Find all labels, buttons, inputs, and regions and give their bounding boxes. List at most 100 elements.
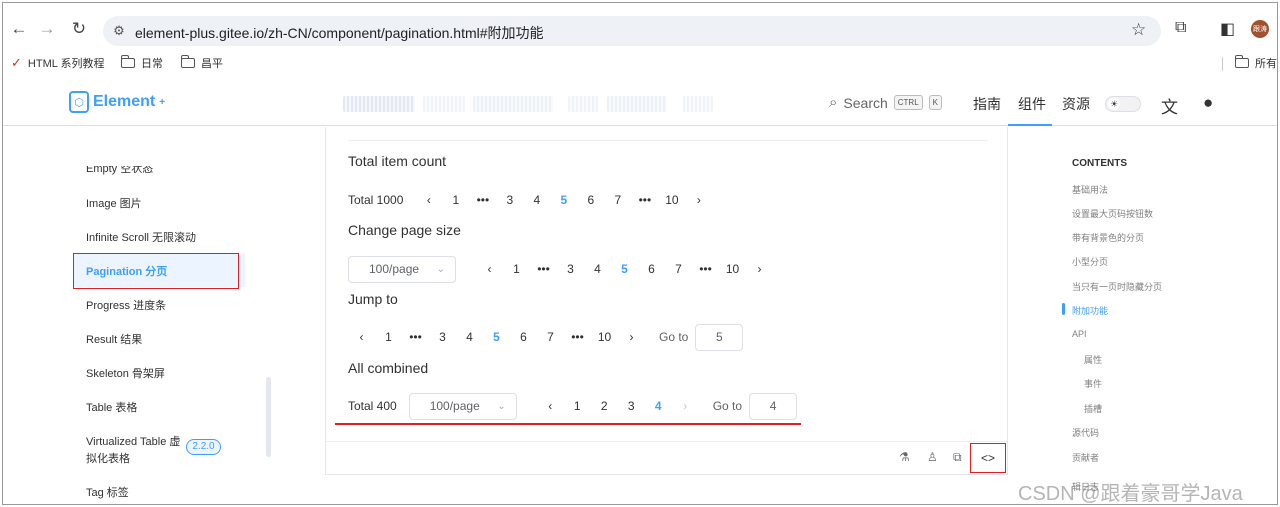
bookmark-star-icon[interactable]: ☆ bbox=[1131, 20, 1146, 40]
page-size-value: 100/page bbox=[369, 262, 420, 276]
prev-page-button[interactable]: ‹ bbox=[348, 323, 375, 351]
page-button[interactable]: 1 bbox=[503, 255, 530, 283]
extensions-icon[interactable]: ⧉ bbox=[1175, 19, 1186, 37]
goto-input[interactable] bbox=[695, 323, 744, 351]
search-box[interactable]: ⌕ Search CTRL K bbox=[829, 94, 942, 111]
page-button[interactable]: 6 bbox=[510, 323, 537, 351]
page-button[interactable]: 4 bbox=[456, 323, 483, 351]
page-button[interactable]: 3 bbox=[496, 186, 523, 214]
page-button-active[interactable]: 5 bbox=[611, 255, 638, 283]
prev-page-button[interactable]: ‹ bbox=[537, 392, 564, 420]
url-text[interactable]: element-plus.gitee.io/zh-CN/component/pa… bbox=[135, 23, 544, 43]
page-button[interactable]: 1 bbox=[564, 392, 591, 420]
page-button[interactable]: 3 bbox=[429, 323, 456, 351]
page-button-active[interactable]: 5 bbox=[550, 186, 577, 214]
toc-item[interactable]: 当只有一页时隐藏分页 bbox=[1072, 280, 1162, 293]
page-button-active[interactable]: 4 bbox=[645, 392, 672, 420]
toc-item[interactable]: 贡献者 bbox=[1072, 451, 1099, 464]
sidebar-item-empty[interactable]: Empty 空状态 bbox=[86, 166, 153, 176]
page-button[interactable]: 1 bbox=[442, 186, 469, 214]
toc-item[interactable]: 小型分页 bbox=[1072, 255, 1108, 268]
prev-page-button[interactable]: ‹ bbox=[415, 186, 442, 214]
theme-toggle[interactable]: ☀ bbox=[1105, 96, 1141, 112]
next-page-button[interactable]: › bbox=[746, 255, 773, 283]
toc-subitem[interactable]: 插槽 bbox=[1084, 402, 1102, 415]
kbd-ctrl: CTRL bbox=[893, 95, 923, 110]
back-icon[interactable]: ← bbox=[7, 17, 31, 41]
more-pages-button[interactable]: ••• bbox=[692, 255, 719, 283]
sidebar-item-skeleton[interactable]: Skeleton 骨架屏 bbox=[86, 365, 165, 381]
page-button[interactable]: 3 bbox=[557, 255, 584, 283]
sidebar-item-result[interactable]: Result 结果 bbox=[86, 331, 142, 347]
page-button[interactable]: 6 bbox=[638, 255, 665, 283]
toc-item[interactable]: 源代码 bbox=[1072, 426, 1099, 439]
more-pages-button[interactable]: ••• bbox=[469, 186, 496, 214]
toc-subitem[interactable]: 事件 bbox=[1084, 377, 1102, 390]
copy-icon[interactable]: ⧉ bbox=[953, 450, 962, 465]
site-settings-icon[interactable]: ⚙ bbox=[111, 23, 127, 39]
bookmark-html-series[interactable]: ✓ HTML 系列教程 bbox=[11, 55, 105, 71]
address-bar[interactable]: ⚙ element-plus.gitee.io/zh-CN/component/… bbox=[103, 16, 1161, 46]
more-pages-button[interactable]: ••• bbox=[564, 323, 591, 351]
profile-avatar[interactable]: 跟涛 bbox=[1251, 20, 1269, 38]
sidepanel-icon[interactable]: ◧ bbox=[1220, 19, 1235, 39]
goto-input[interactable] bbox=[749, 392, 798, 420]
page-button[interactable]: 3 bbox=[618, 392, 645, 420]
page-button[interactable]: 10 bbox=[591, 323, 618, 351]
toc-item[interactable]: 带有背景色的分页 bbox=[1072, 231, 1144, 244]
goto-control: Go to bbox=[713, 392, 798, 420]
page-button[interactable]: 7 bbox=[604, 186, 631, 214]
nav-resources[interactable]: 资源 bbox=[1062, 94, 1090, 114]
flask-icon[interactable]: ⚗ bbox=[899, 450, 910, 464]
next-page-button[interactable]: › bbox=[672, 392, 699, 420]
blurred-nav-item bbox=[473, 96, 553, 112]
bookmark-folder-daily[interactable]: 日常 bbox=[120, 55, 163, 71]
more-pages-button[interactable]: ••• bbox=[631, 186, 658, 214]
reload-icon[interactable]: ↻ bbox=[67, 17, 91, 41]
next-page-button[interactable]: › bbox=[685, 186, 712, 214]
section-title-jump-to: Jump to bbox=[348, 291, 398, 307]
page-size-select[interactable]: 100/page ⌄ bbox=[408, 392, 517, 420]
page-button[interactable]: 6 bbox=[577, 186, 604, 214]
next-page-button[interactable]: › bbox=[618, 323, 645, 351]
bookmark-folder-all[interactable]: 所有 bbox=[1234, 55, 1277, 71]
toc-item[interactable]: 设置最大页码按钮数 bbox=[1072, 207, 1153, 220]
sidebar-item-infinite-scroll[interactable]: Infinite Scroll 无限滚动 bbox=[86, 229, 196, 245]
more-pages-button[interactable]: ••• bbox=[402, 323, 429, 351]
blurred-nav-item bbox=[423, 96, 465, 112]
nav-components[interactable]: 组件 bbox=[1018, 94, 1046, 114]
page-size-select[interactable]: 100/page ⌄ bbox=[348, 255, 456, 283]
page-button[interactable]: 10 bbox=[658, 186, 685, 214]
page-button[interactable]: 4 bbox=[584, 255, 611, 283]
goto-label: Go to bbox=[659, 330, 689, 344]
sidebar-item-virtualized-table[interactable]: Virtualized Table 虚 2.2.0 拟化表格 bbox=[86, 433, 221, 466]
bookmark-separator bbox=[1222, 57, 1223, 71]
toc-item[interactable]: API bbox=[1072, 329, 1087, 339]
sidebar-item-image[interactable]: Image 图片 bbox=[86, 195, 142, 211]
forward-icon[interactable]: → bbox=[35, 17, 59, 41]
page-button[interactable]: 2 bbox=[591, 392, 618, 420]
pagination-total: Total 1000 ‹ 1 ••• 3 4 5 6 7 ••• 10 › bbox=[348, 186, 712, 214]
page-button[interactable]: 4 bbox=[523, 186, 550, 214]
bookmark-folder-changping[interactable]: 昌平 bbox=[180, 55, 223, 71]
page-button[interactable]: 7 bbox=[537, 323, 564, 351]
prev-page-button[interactable]: ‹ bbox=[476, 255, 503, 283]
github-icon[interactable]: ● bbox=[1203, 93, 1213, 113]
sidebar-item-tag[interactable]: Tag 标签 bbox=[86, 484, 129, 500]
sidebar-item-table[interactable]: Table 表格 bbox=[86, 399, 137, 415]
toc-subitem[interactable]: 属性 bbox=[1084, 353, 1102, 366]
toc-item[interactable]: 基础用法 bbox=[1072, 183, 1108, 196]
nav-guide[interactable]: 指南 bbox=[973, 94, 1001, 114]
code-icon[interactable]: <> bbox=[970, 443, 1006, 473]
more-pages-button[interactable]: ••• bbox=[530, 255, 557, 283]
translate-icon[interactable]: 文 bbox=[1161, 93, 1178, 118]
github-icon[interactable]: ♙ bbox=[927, 450, 938, 464]
sidebar-scrollbar[interactable] bbox=[266, 377, 271, 457]
element-logo[interactable]: ⬡ Element + bbox=[69, 91, 165, 113]
page-button[interactable]: 7 bbox=[665, 255, 692, 283]
page-button[interactable]: 1 bbox=[375, 323, 402, 351]
sidebar-item-progress[interactable]: Progress 进度条 bbox=[86, 297, 166, 313]
page-button-active[interactable]: 5 bbox=[483, 323, 510, 351]
page-button[interactable]: 10 bbox=[719, 255, 746, 283]
toc-item-active[interactable]: 附加功能 bbox=[1072, 304, 1108, 317]
